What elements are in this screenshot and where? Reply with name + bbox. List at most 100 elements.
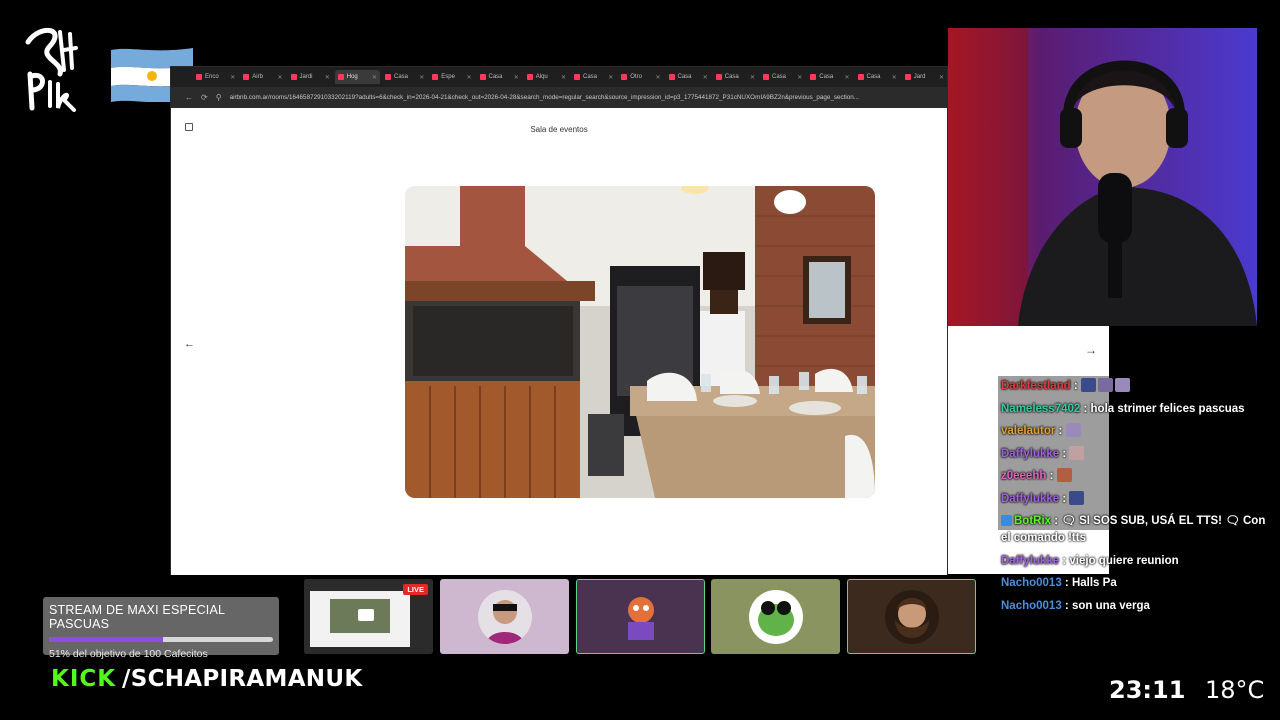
chat-message: valelautor : [1001, 423, 1266, 440]
tab-label: Alqu [535, 74, 548, 80]
goal-progress-fill [49, 637, 164, 642]
chat-username[interactable]: Nameless7402 [1001, 403, 1080, 415]
guest-thumbnail[interactable] [711, 579, 840, 654]
guest-thumbnail[interactable] [440, 579, 569, 654]
bot-badge-icon [1001, 515, 1012, 526]
arrow-left-icon[interactable]: ← [184, 338, 195, 350]
schapira-logo [25, 27, 78, 112]
chat-text: viejo quiere reunion [1069, 554, 1179, 567]
back-nav-icon[interactable]: ← [185, 93, 193, 102]
goal-progress-bar [49, 637, 273, 642]
chat-separator: : [1055, 425, 1066, 437]
guest-avatar [477, 589, 532, 644]
close-icon[interactable]: ✕ [372, 74, 377, 81]
chat-message: Daffylukke : viejo quiere reunion [1001, 553, 1266, 570]
close-icon[interactable]: ✕ [466, 74, 471, 81]
listing-photo [405, 186, 875, 498]
browser-tab[interactable]: Casa ✕ [477, 70, 522, 84]
close-icon[interactable]: ✕ [844, 74, 849, 81]
chat-message: Nameless7402 : hola strimer felices pasc… [1001, 401, 1266, 418]
browser-window: Enco ✕ Airb ✕ Jardi ✕ Hog ✕ Casa ✕ Espe ✕ Casa ✕ Alqu ✕… [170, 66, 948, 575]
chat-username[interactable]: Daffylukke [1001, 448, 1059, 460]
close-icon[interactable]: ✕ [939, 74, 944, 81]
chat-username[interactable]: Darkfestland [1001, 380, 1071, 392]
tab-label: Hog [346, 74, 358, 80]
guest-avatar [613, 589, 668, 644]
favicon-icon [290, 74, 297, 80]
address-bar: ← ⟳ ⚲ airbnb.com.ar/rooms/16465872910332… [171, 87, 947, 108]
chat-username[interactable]: valelautor [1001, 425, 1055, 437]
close-icon[interactable]: ✕ [561, 74, 566, 81]
browser-tab[interactable]: Casa ✕ [571, 70, 616, 84]
chat-emote-icon [1080, 378, 1096, 392]
chat-username[interactable]: Daffylukke [1001, 555, 1059, 567]
goal-subtitle: 51% del objetivo de 100 Cafecitos [49, 648, 208, 660]
chat-separator: : [1080, 402, 1091, 415]
guest-thumbnail[interactable] [576, 579, 705, 654]
chat-message: Darkfestland : [1001, 378, 1266, 395]
tab-label: Casa [677, 74, 692, 80]
close-icon[interactable]: ✕ [419, 74, 424, 81]
guest-avatar [748, 589, 803, 644]
browser-tab[interactable]: Enco ✕ [193, 70, 238, 84]
chat-emote-icon [1069, 490, 1085, 505]
browser-tab[interactable]: Casa ✕ [807, 70, 852, 84]
chat-username[interactable]: BotRix [1014, 515, 1051, 527]
tab-label: Jardi [299, 74, 313, 80]
close-icon[interactable]: ✕ [514, 74, 519, 81]
chat-panel: Darkfestland : Nameless7402 : hola strim… [1001, 378, 1266, 620]
close-icon[interactable]: ✕ [230, 74, 235, 81]
browser-tab[interactable]: Casa ✕ [760, 70, 805, 84]
chat-username[interactable]: Nacho0013 [1001, 600, 1062, 612]
browser-tab[interactable]: Casa ✕ [666, 70, 711, 84]
favicon-icon [904, 74, 911, 80]
live-screen-thumbnail[interactable]: LIVE [304, 579, 433, 654]
browser-tab[interactable]: Airb ✕ [240, 70, 285, 84]
favicon-icon [385, 74, 391, 80]
kick-logo: KICK [51, 666, 117, 692]
url-field[interactable]: airbnb.com.ar/rooms/1646587291033202119?… [230, 94, 910, 101]
airbnb-photo-viewer: Sala de eventos ← [171, 108, 947, 575]
favicon-icon [574, 74, 580, 80]
reload-icon[interactable]: ⟳ [201, 93, 208, 102]
tab-label: Casa [394, 74, 409, 80]
chat-username[interactable]: Nacho0013 [1001, 577, 1062, 589]
close-icon[interactable]: ✕ [892, 74, 897, 81]
guest-thumbnail[interactable] [847, 579, 976, 654]
close-icon[interactable]: ✕ [608, 74, 613, 81]
browser-tab[interactable]: Hog ✕ [334, 70, 380, 84]
close-icon[interactable]: ✕ [277, 74, 282, 81]
browser-tab[interactable]: Jardi ✕ [288, 70, 333, 84]
chat-emote-icon [1065, 423, 1081, 437]
chat-message: Daffylukke : [1001, 445, 1266, 463]
browser-tab[interactable]: Espe ✕ [429, 70, 474, 84]
arrow-right-icon[interactable]: → [1085, 343, 1097, 357]
favicon-icon [668, 74, 675, 80]
chat-username[interactable]: Daffylukke [1001, 493, 1059, 505]
browser-tab[interactable]: Alqu ✕ [524, 70, 569, 84]
favicon-icon [479, 74, 486, 80]
close-icon[interactable]: ✕ [703, 74, 708, 81]
tab-label: Casa [819, 74, 834, 80]
tab-label: Casa [724, 74, 739, 80]
chat-separator: : [1059, 492, 1070, 505]
browser-tab[interactable]: Casa ✕ [855, 70, 900, 84]
tab-label: Enco [205, 74, 219, 80]
close-icon[interactable]: ✕ [325, 74, 330, 81]
browser-tab[interactable]: Jard ✕ [902, 70, 947, 84]
live-badge: LIVE [403, 584, 428, 595]
tab-label: Otro [630, 74, 642, 80]
close-icon[interactable]: ✕ [797, 74, 802, 81]
close-icon[interactable]: ✕ [655, 74, 660, 81]
close-icon[interactable]: ✕ [750, 74, 755, 81]
chat-separator: : [1046, 470, 1057, 482]
browser-tab[interactable]: Casa ✕ [382, 70, 427, 84]
chat-separator: : [1061, 599, 1072, 612]
tab-label: Casa [488, 74, 503, 80]
goal-title: STREAM DE MAXI ESPECIAL PASCUAS [49, 603, 225, 631]
chat-separator: : [1061, 577, 1072, 589]
browser-tab[interactable]: Otro ✕ [618, 70, 663, 84]
chat-username[interactable]: z0eeehh [1001, 470, 1046, 482]
browser-tab[interactable]: Casa ✕ [713, 70, 758, 84]
site-info-icon[interactable]: ⚲ [216, 93, 222, 102]
